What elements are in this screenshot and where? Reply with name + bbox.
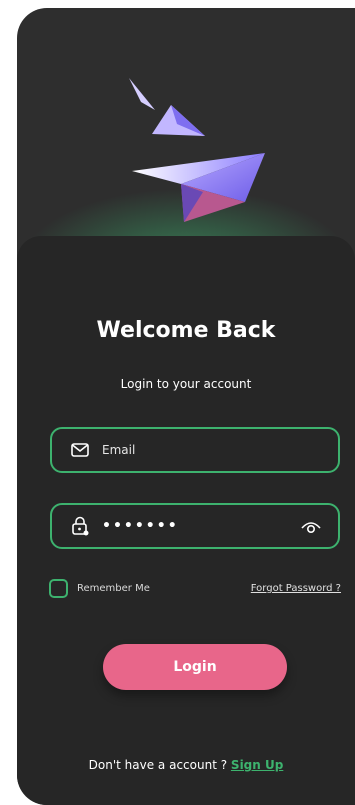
login-button[interactable]: Login xyxy=(103,644,287,690)
lock-icon xyxy=(70,516,90,536)
login-screen: Welcome Back Login to your account Email… xyxy=(17,8,355,805)
mail-icon xyxy=(70,440,90,460)
forgot-password-link[interactable]: Forgot Password ? xyxy=(251,583,341,594)
signup-prompt: Don't have a account ? xyxy=(88,758,228,772)
paper-planes-illustration xyxy=(129,78,265,222)
eye-icon[interactable] xyxy=(300,517,322,535)
medium-plane-icon xyxy=(152,105,205,136)
remember-me[interactable]: Remember Me xyxy=(49,579,150,598)
remember-me-checkbox[interactable] xyxy=(49,579,68,598)
remember-me-label: Remember Me xyxy=(77,583,150,594)
signup-link[interactable]: Sign Up xyxy=(231,758,283,772)
password-field[interactable] xyxy=(50,503,340,549)
signup-row: Don't have a account ? Sign Up xyxy=(17,758,355,772)
email-field[interactable] xyxy=(50,427,340,473)
page-title: Welcome Back xyxy=(96,318,276,343)
password-input[interactable] xyxy=(100,517,274,535)
small-plane-icon xyxy=(129,78,155,110)
page-subtitle: Login to your account xyxy=(120,377,252,391)
large-plane-icon xyxy=(132,153,265,222)
email-input[interactable] xyxy=(100,442,274,458)
